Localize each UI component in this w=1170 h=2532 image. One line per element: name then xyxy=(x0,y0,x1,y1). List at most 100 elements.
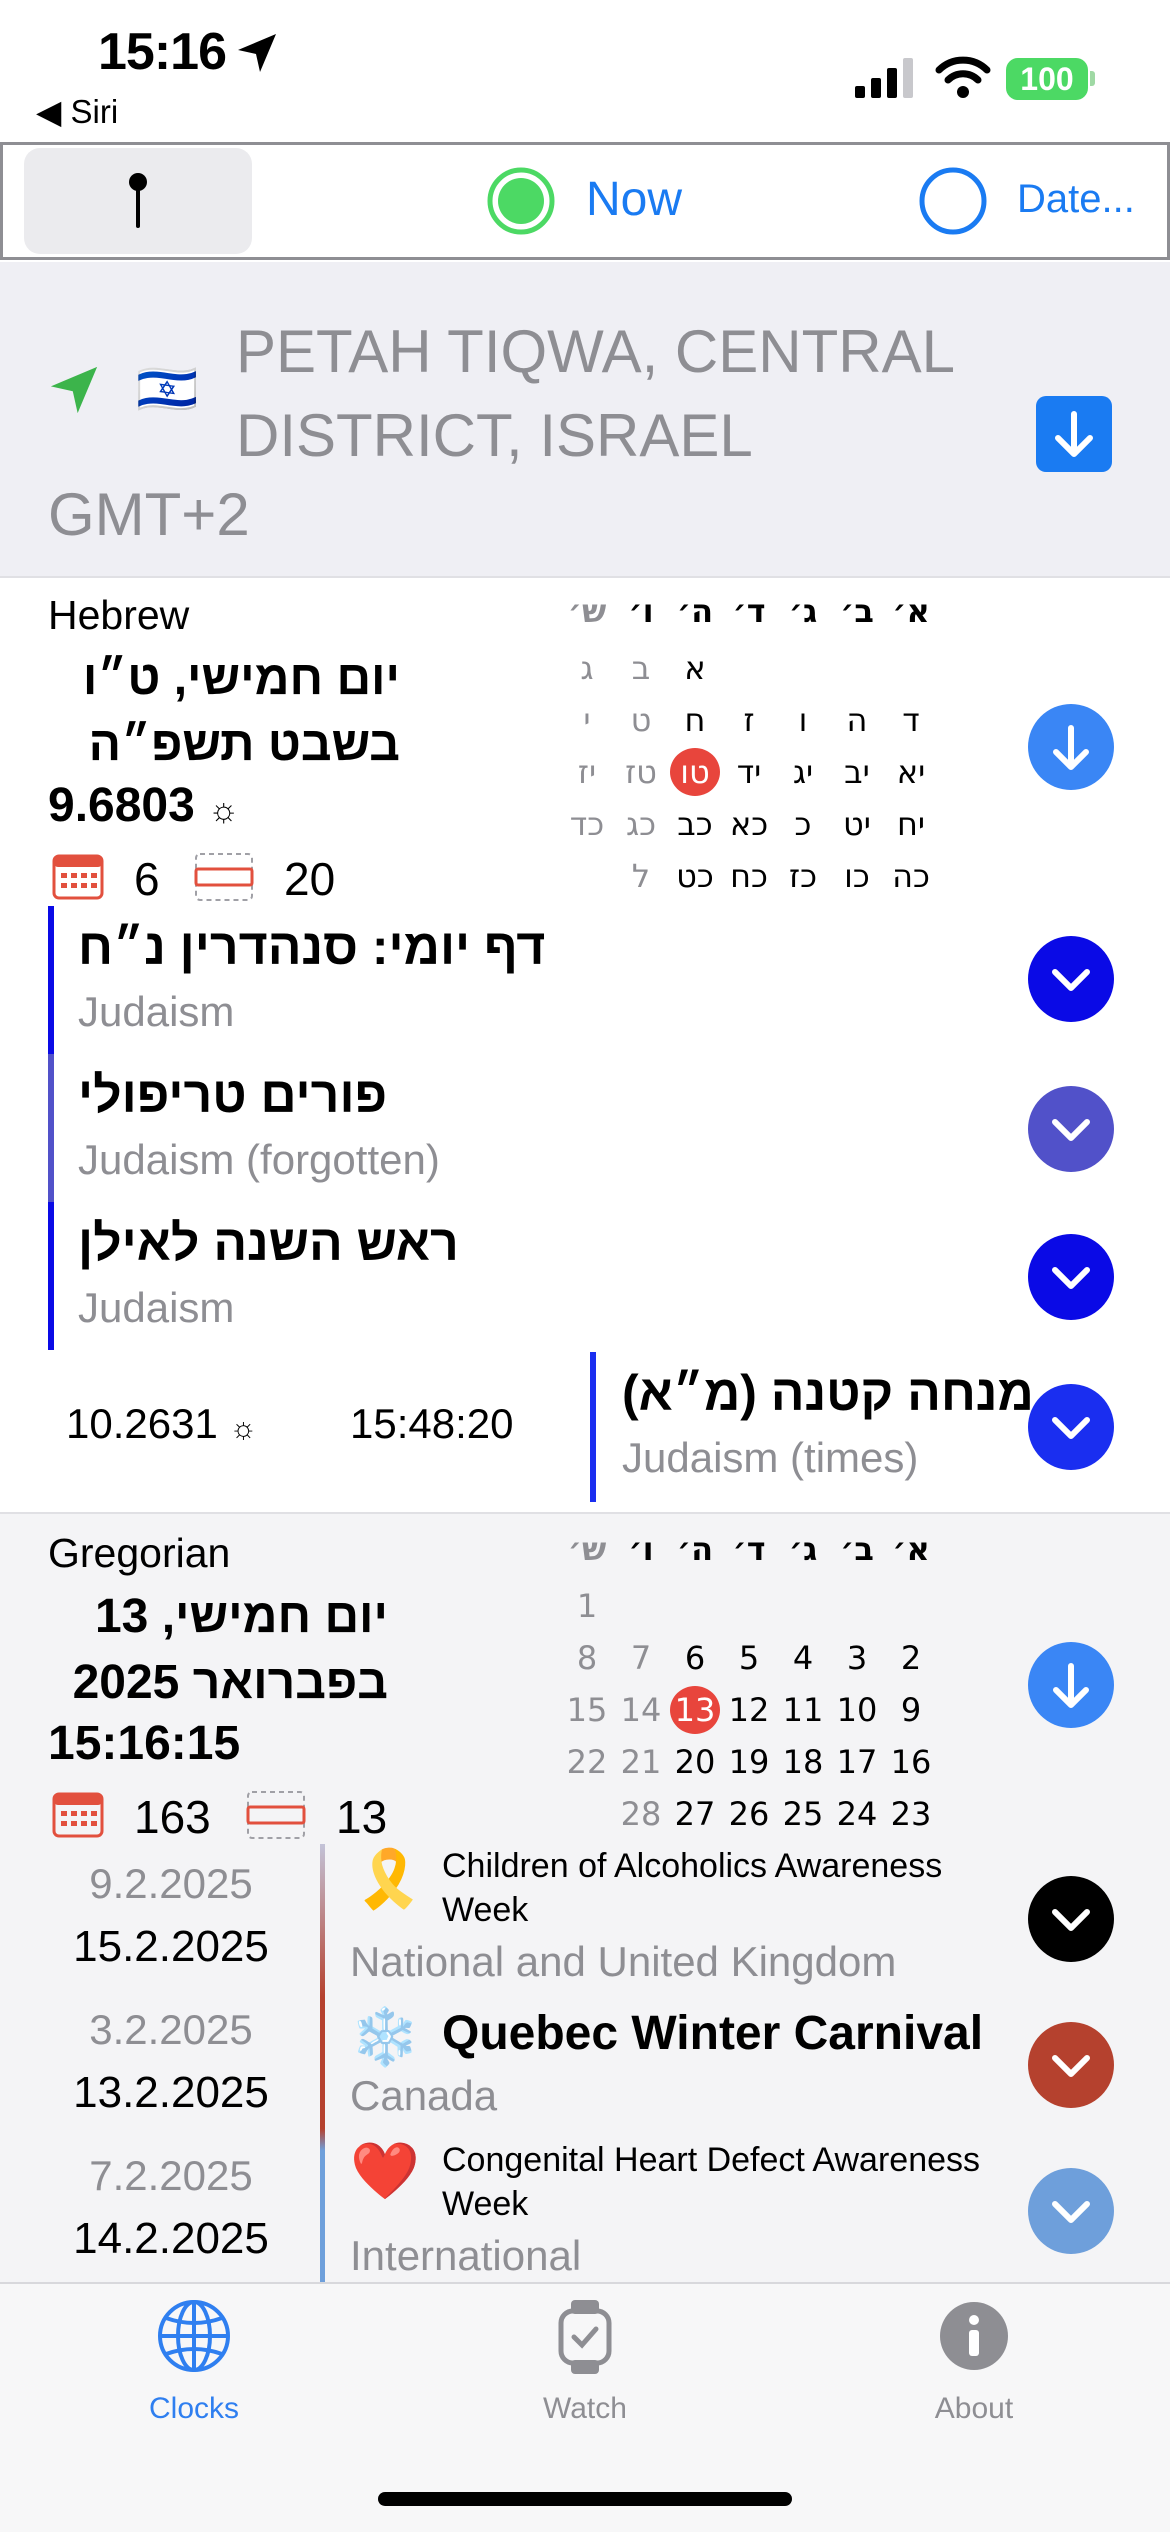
tab-watch[interactable]: Watch xyxy=(485,2298,685,2438)
date-option[interactable]: Date... xyxy=(1017,177,1135,222)
calendar-day[interactable]: כא xyxy=(722,800,776,848)
now-radio-selected-icon[interactable] xyxy=(486,166,556,236)
event-expand-button[interactable] xyxy=(1028,1876,1114,1962)
weekday-header: ג׳ xyxy=(788,592,818,630)
time-event-title: מנחה קטנה (מ״א) xyxy=(622,1365,1034,1421)
back-to-siri[interactable]: ◀ Siri xyxy=(36,92,118,131)
calendar-day[interactable]: ו xyxy=(776,696,830,744)
calendar-day[interactable]: יח xyxy=(884,800,938,848)
calendar-day[interactable]: ז xyxy=(722,696,776,744)
calendar-day[interactable]: 14 xyxy=(614,1686,668,1734)
tab-clocks[interactable]: Clocks xyxy=(94,2298,294,2438)
calendar-day[interactable]: 5 xyxy=(722,1634,776,1682)
calendar-day[interactable]: 4 xyxy=(776,1634,830,1682)
calendar-day[interactable]: ג xyxy=(560,644,614,692)
calendar-day[interactable]: יא xyxy=(884,748,938,796)
chevron-down-icon xyxy=(1052,1119,1090,1141)
calendar-day[interactable]: ה xyxy=(830,696,884,744)
calendar-day[interactable]: 23 xyxy=(884,1790,938,1838)
calendar-day[interactable]: 19 xyxy=(722,1738,776,1786)
event-subtitle: Judaism (forgotten) xyxy=(78,1136,440,1183)
event-expand-button[interactable] xyxy=(1028,2022,1114,2108)
arrow-down-icon xyxy=(1053,1663,1089,1708)
calendar-day[interactable]: 8 xyxy=(560,1634,614,1682)
event-expand-button[interactable] xyxy=(1028,1234,1114,1320)
calendar-day[interactable]: 11 xyxy=(776,1686,830,1734)
calendar-day[interactable]: כח xyxy=(722,852,776,900)
calendar-day[interactable]: כ xyxy=(776,800,830,848)
calendar-day[interactable]: א xyxy=(668,644,722,692)
calendar-day[interactable]: 15 xyxy=(560,1686,614,1734)
calendar-day[interactable]: יט xyxy=(830,800,884,848)
calendar-day[interactable]: 10 xyxy=(830,1686,884,1734)
calendar-day[interactable]: כד xyxy=(560,800,614,848)
calendar-day[interactable]: כב xyxy=(668,800,722,848)
time-value-text: 10.2631 xyxy=(66,1400,218,1447)
now-option[interactable]: Now xyxy=(586,172,682,227)
pin-icon xyxy=(129,173,147,228)
pin-button[interactable] xyxy=(24,148,252,254)
calendar-day[interactable]: ח xyxy=(668,696,722,744)
calendar-day[interactable]: כה xyxy=(884,852,938,900)
hebrew-month-calendar[interactable]: א׳ ב׳ ג׳ ד׳ ה׳ ו׳ ש׳ א ב ג ד ה ו ז ח ט י יא יב יג יד טו טז יז יח… xyxy=(560,592,950,902)
date-radio-icon[interactable] xyxy=(918,166,988,236)
calendar-day[interactable]: 26 xyxy=(722,1790,776,1838)
time-event-expand-button[interactable] xyxy=(1028,1384,1114,1470)
event-expand-button[interactable] xyxy=(1028,936,1114,1022)
calendar-day[interactable]: ט xyxy=(614,696,668,744)
calendar-day[interactable]: 27 xyxy=(668,1790,722,1838)
calendar-day[interactable]: טו xyxy=(670,748,720,796)
calendar-day[interactable]: 3 xyxy=(830,1634,884,1682)
calendar-day[interactable]: 7 xyxy=(614,1634,668,1682)
calendar-day[interactable]: 20 xyxy=(668,1738,722,1786)
calendar-day[interactable]: 21 xyxy=(614,1738,668,1786)
gregorian-date-line2: בפברואר 2025 xyxy=(72,1656,388,1709)
gregorian-date-line1: יום חמישי, 13 xyxy=(94,1590,388,1643)
location-expand-button[interactable] xyxy=(1036,396,1112,472)
calendar-day[interactable]: 13 xyxy=(670,1686,720,1734)
calendar-day[interactable]: 24 xyxy=(830,1790,884,1838)
calendar-day[interactable]: כו xyxy=(830,852,884,900)
gregorian-expand-button[interactable] xyxy=(1028,1642,1114,1728)
gregorian-clock: 15:16:15 xyxy=(48,1717,241,1770)
calendar-day[interactable]: 28 xyxy=(614,1790,668,1838)
calendar-day[interactable]: 2 xyxy=(884,1634,938,1682)
hebrew-expand-button[interactable] xyxy=(1028,704,1114,790)
gregorian-month-calendar[interactable]: א׳ ב׳ ג׳ ד׳ ה׳ ו׳ ש׳ 1 2 3 4 5 6 7 8 9 10 11 12 13 14 15 16 17 1… xyxy=(560,1530,950,1840)
event-expand-button[interactable] xyxy=(1028,2168,1114,2254)
event-title: ראש השנה לאילן xyxy=(78,1215,459,1271)
event-expand-button[interactable] xyxy=(1028,1086,1114,1172)
calendar-day[interactable]: 25 xyxy=(776,1790,830,1838)
calendar-day[interactable]: י xyxy=(560,696,614,744)
event-bar xyxy=(320,1844,325,2282)
calendar-day[interactable]: 16 xyxy=(884,1738,938,1786)
event-title: Quebec Winter Carnival xyxy=(442,2007,984,2060)
home-indicator xyxy=(378,2492,792,2506)
chevron-down-icon xyxy=(1052,969,1090,991)
calendar-day[interactable]: יב xyxy=(830,748,884,796)
calendar-day[interactable]: טז xyxy=(614,748,668,796)
calendar-day[interactable]: כט xyxy=(668,852,722,900)
calendar-day[interactable]: כג xyxy=(614,800,668,848)
location-name[interactable]: PETAH TIQWA, CENTRAL DISTRICT, ISRAEL xyxy=(236,310,996,478)
weekday-header: ה׳ xyxy=(676,1530,714,1568)
calendar-day[interactable]: 1 xyxy=(560,1582,614,1630)
calendar-day[interactable]: כז xyxy=(776,852,830,900)
calendar-day[interactable]: יג xyxy=(776,748,830,796)
calendar-day[interactable]: 18 xyxy=(776,1738,830,1786)
calendar-day[interactable]: ב xyxy=(614,644,668,692)
calendar-day[interactable]: 9 xyxy=(884,1686,938,1734)
tab-about[interactable]: About xyxy=(874,2298,1074,2438)
calendar-day[interactable]: 22 xyxy=(560,1738,614,1786)
calendar-day[interactable]: 6 xyxy=(668,1634,722,1682)
calendar-day[interactable]: 12 xyxy=(722,1686,776,1734)
hebrew-date-line2: בשבט תשפ״ה xyxy=(88,718,400,771)
location-arrow-green-icon xyxy=(50,366,98,414)
calendar-day[interactable]: ד xyxy=(884,696,938,744)
calendar-day[interactable]: יד xyxy=(722,748,776,796)
calendar-day[interactable]: יז xyxy=(560,748,614,796)
battery-cap xyxy=(1090,71,1095,86)
tab-label: About xyxy=(934,2392,1014,2425)
calendar-day[interactable]: ל xyxy=(614,852,668,900)
calendar-day[interactable]: 17 xyxy=(830,1738,884,1786)
